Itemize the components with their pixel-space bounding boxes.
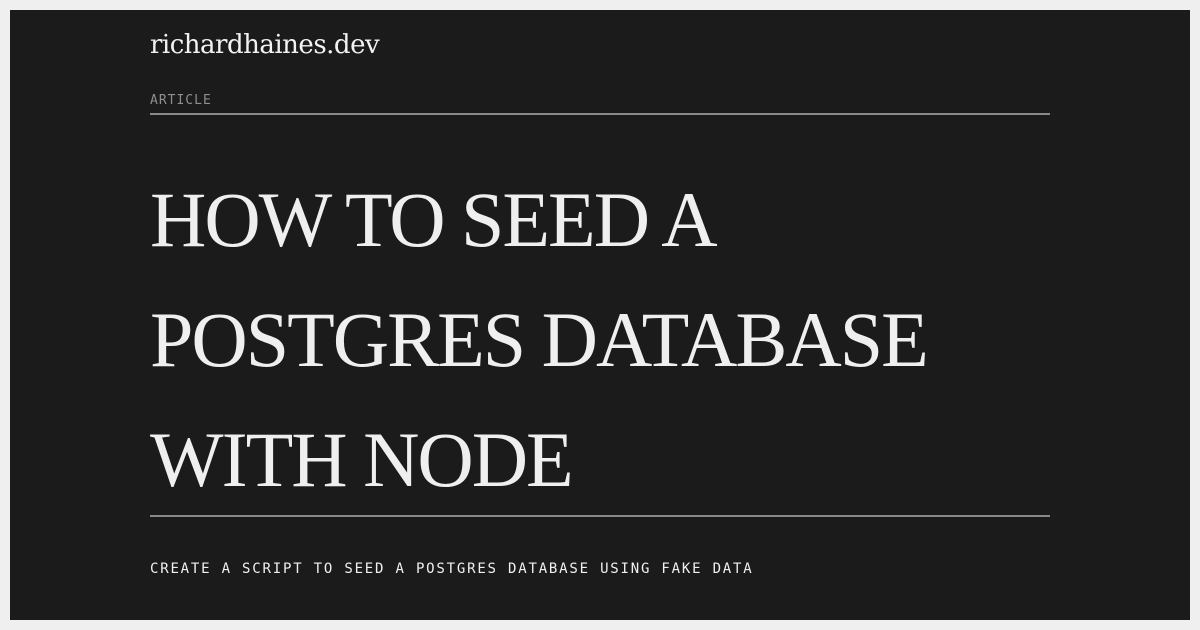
title-line-3: WITH NODE — [150, 416, 574, 503]
site-name-link[interactable]: richardhaines.dev — [150, 30, 380, 60]
title-line-2: POSTGRES DATABASE — [150, 296, 929, 383]
article-subtitle: CREATE A SCRIPT TO SEED A POSTGRES DATAB… — [150, 561, 754, 577]
title-line-1: HOW TO SEED A — [150, 176, 718, 263]
bottom-divider — [150, 515, 1050, 517]
top-divider — [150, 113, 1050, 115]
social-card: richardhaines.dev ARTICLE HOW TO SEED A … — [10, 10, 1190, 620]
category-label: ARTICLE — [150, 93, 212, 108]
article-title: HOW TO SEED A POSTGRES DATABASE WITH NOD… — [150, 160, 1050, 520]
